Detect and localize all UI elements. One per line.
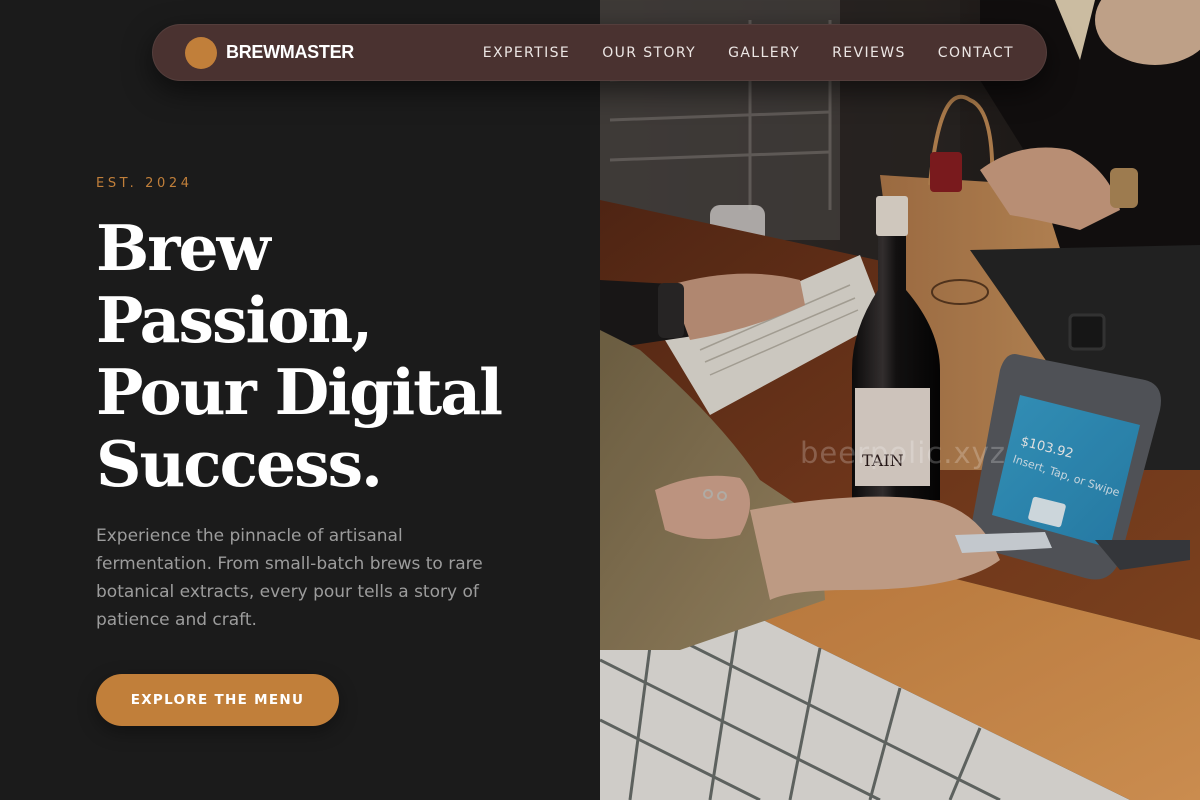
- watermark-text: beerpolic.xyz: [800, 436, 1006, 470]
- nav-link-gallery[interactable]: GALLERY: [728, 45, 800, 61]
- nav-link-contact[interactable]: CONTACT: [938, 45, 1014, 61]
- nav-links: EXPERTISE OUR STORY GALLERY REVIEWS CONT…: [483, 45, 1014, 61]
- headline-line-1: Brew: [96, 211, 271, 285]
- hero-description: Experience the pinnacle of artisanal fer…: [96, 526, 483, 630]
- headline-line-3: Pour Digital: [96, 355, 503, 429]
- brand-name: BREWMASTER: [226, 42, 354, 62]
- headline-line-4: Success.: [96, 427, 383, 501]
- landing-page: TAIN $103.92 Insert, Tap, or Swipe beerp…: [0, 0, 1200, 800]
- nav-link-our-story[interactable]: OUR STORY: [602, 45, 696, 61]
- hero-eyebrow: EST. 2024: [96, 176, 193, 191]
- brand-dot-icon: [185, 36, 217, 69]
- navbar: BREWMASTER EXPERTISE OUR STORY GALLERY R…: [152, 24, 1047, 81]
- brand-logo[interactable]: BREWMASTER: [185, 36, 354, 69]
- hero-photo: TAIN $103.92 Insert, Tap, or Swipe beerp…: [600, 0, 1200, 800]
- headline-line-2: Passion,: [96, 283, 373, 357]
- nav-link-reviews[interactable]: REVIEWS: [832, 45, 906, 61]
- nav-link-expertise[interactable]: EXPERTISE: [483, 45, 570, 61]
- hero-headline: Brew Passion, Pour Digital Success.: [96, 212, 576, 500]
- explore-menu-button[interactable]: EXPLORE THE MENU: [96, 674, 339, 726]
